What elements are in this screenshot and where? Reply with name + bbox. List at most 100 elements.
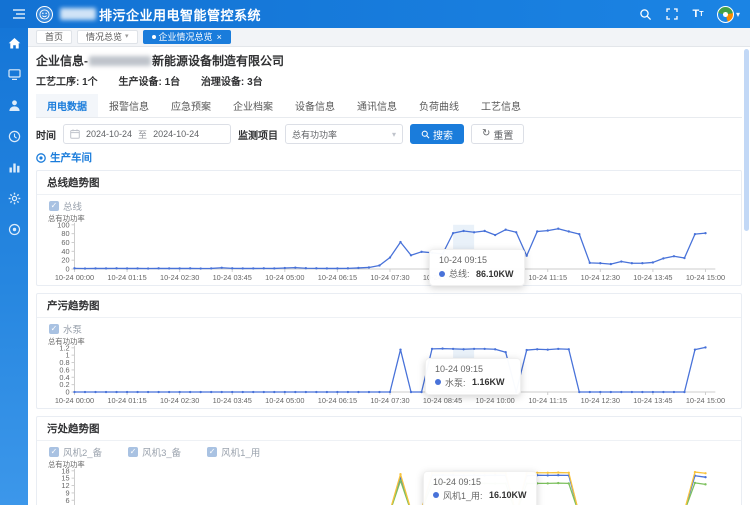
chart-card-pollution-production-trend: 产污趋势图 ✓ 水泵 总有功功率00.20.40.60.811.210-24 0…	[36, 293, 742, 409]
main-area: 首页 情况总览▾ 企业情况总览× 企业信息-新能源设备制造有限公司 工艺工序: …	[28, 28, 750, 505]
svg-text:10-24 08:45: 10-24 08:45	[423, 396, 462, 405]
svg-text:10-24 10:00: 10-24 10:00	[476, 396, 515, 405]
svg-text:10-24 00:00: 10-24 00:00	[55, 273, 94, 282]
home-icon	[8, 37, 21, 50]
svg-text:10-24 11:15: 10-24 11:15	[528, 273, 567, 282]
app-header: 排污企业用电智能管控系统 TT ▾	[0, 0, 750, 28]
sidebar	[0, 28, 28, 505]
font-size-icon[interactable]: TT	[689, 5, 707, 23]
pollution-treatment-line-chart[interactable]: 总有功功率036912151810-24 00:0010-24 01:1510-…	[45, 459, 733, 505]
svg-text:10-24 05:00: 10-24 05:00	[265, 396, 304, 405]
checkbox-checked-icon[interactable]: ✓	[207, 447, 217, 457]
line-chart-svg: 总有功功率00.20.40.60.811.210-24 00:0010-24 0…	[45, 336, 733, 407]
svg-text:80: 80	[61, 229, 69, 238]
sidebar-item-statistics[interactable]	[5, 158, 23, 176]
workshop-link[interactable]: 生产车间	[36, 150, 742, 165]
user-avatar[interactable]	[717, 6, 734, 23]
svg-text:10-24 07:30: 10-24 07:30	[370, 396, 409, 405]
monitor-item-select[interactable]: 总有功功率 ▾	[285, 124, 403, 144]
target-icon	[8, 223, 21, 236]
search-button[interactable]: 搜索	[410, 124, 464, 144]
chart-title: 产污趋势图	[37, 294, 741, 318]
svg-text:10-24 13:45: 10-24 13:45	[633, 273, 672, 282]
bus-trend-line-chart[interactable]: 总有功功率02040608010010-24 00:0010-24 01:151…	[45, 213, 733, 284]
svg-text:10-24 11:15: 10-24 11:15	[528, 396, 567, 405]
sidebar-toggle-icon[interactable]	[10, 5, 28, 23]
nav-tab-enterprise-overview[interactable]: 企业情况总览×	[143, 30, 231, 44]
tab-enterprise-archive[interactable]: 企业档案	[222, 94, 284, 117]
target-icon	[36, 153, 46, 163]
nav-tab-overview[interactable]: 情况总览▾	[77, 30, 138, 44]
reset-button[interactable]: ↻ 重置	[471, 124, 524, 144]
active-dot-icon	[152, 35, 156, 39]
tab-emergency-plan[interactable]: 应急预案	[160, 94, 222, 117]
redacted-brand-name	[60, 8, 96, 20]
clock-icon	[8, 130, 21, 143]
sidebar-item-home[interactable]	[5, 34, 23, 52]
line-chart-svg: 总有功功率036912151810-24 00:0010-24 01:1510-…	[45, 459, 733, 505]
search-icon	[421, 130, 430, 139]
svg-text:18: 18	[61, 466, 69, 475]
tab-process-info[interactable]: 工艺信息	[470, 94, 532, 117]
svg-text:10-24 03:45: 10-24 03:45	[213, 396, 252, 405]
sidebar-item-monitor[interactable]	[5, 65, 23, 83]
svg-text:10-24 02:30: 10-24 02:30	[160, 273, 199, 282]
checkbox-checked-icon[interactable]: ✓	[49, 324, 59, 334]
scrollbar-thumb[interactable]	[744, 49, 749, 231]
section-tabs: 用电数据 报警信息 应急预案 企业档案 设备信息 通讯信息 负荷曲线 工艺信息	[36, 94, 742, 118]
app-window: 排污企业用电智能管控系统 TT ▾	[0, 0, 750, 505]
nav-tab-home[interactable]: 首页	[36, 30, 72, 44]
monitor-icon	[8, 68, 21, 81]
chart-card-pollution-treatment-trend: 污处趋势图 ✓ 风机2_备 ✓ 风机3_备	[36, 416, 742, 505]
tab-load-curve[interactable]: 负荷曲线	[408, 94, 470, 117]
chevron-down-icon: ▾	[392, 130, 396, 139]
company-info: 企业信息-新能源设备制造有限公司 工艺工序: 1个 生产设备: 1台 治理设备:…	[36, 52, 742, 88]
chart-legend: ✓ 风机2_备 ✓ 风机3_备 ✓ 风机1_用	[49, 445, 733, 459]
date-range-input[interactable]: 2024-10-24 至 2024-10-24	[63, 124, 231, 144]
svg-text:10-24 00:00: 10-24 00:00	[55, 396, 94, 405]
nav-tab-bar: 首页 情况总览▾ 企业情况总览×	[28, 28, 750, 47]
monitor-item-label: 监测项目	[238, 127, 278, 142]
pollution-production-line-chart[interactable]: 总有功功率00.20.40.60.811.210-24 00:0010-24 0…	[45, 336, 733, 407]
sidebar-item-settings[interactable]	[5, 189, 23, 207]
sidebar-item-history[interactable]	[5, 127, 23, 145]
legend-checkbox-fan3-backup[interactable]: ✓ 风机3_备	[128, 445, 181, 459]
checkbox-checked-icon[interactable]: ✓	[128, 447, 138, 457]
svg-text:20: 20	[61, 256, 69, 265]
bar-chart-icon	[8, 161, 21, 174]
refresh-icon: ↻	[482, 129, 490, 139]
checkbox-checked-icon[interactable]: ✓	[49, 201, 59, 211]
tab-alarm-info[interactable]: 报警信息	[98, 94, 160, 117]
search-icon[interactable]	[637, 5, 655, 23]
tab-power-data[interactable]: 用电数据	[36, 94, 98, 117]
chart-legend: ✓ 水泵	[49, 322, 733, 336]
line-chart-svg: 总有功功率02040608010010-24 00:0010-24 01:151…	[45, 213, 733, 284]
close-icon[interactable]: ×	[217, 33, 222, 42]
app-title: 排污企业用电智能管控系统	[99, 5, 261, 24]
tab-device-info[interactable]: 设备信息	[284, 94, 346, 117]
chart-title: 污处趋势图	[37, 417, 741, 441]
tab-communication-info[interactable]: 通讯信息	[346, 94, 408, 117]
avatar-caret-icon[interactable]: ▾	[736, 10, 740, 19]
svg-text:60: 60	[61, 238, 69, 247]
sidebar-item-user[interactable]	[5, 96, 23, 114]
svg-text:10-24 07:30: 10-24 07:30	[370, 273, 409, 282]
calendar-icon	[70, 129, 80, 139]
company-stats: 工艺工序: 1个 生产设备: 1台 治理设备: 3台	[36, 73, 742, 88]
sidebar-item-target[interactable]	[5, 220, 23, 238]
legend-checkbox-fan1-active[interactable]: ✓ 风机1_用	[207, 445, 260, 459]
legend-checkbox-pump[interactable]: ✓ 水泵	[49, 322, 82, 336]
date-start[interactable]: 2024-10-24	[86, 129, 132, 139]
svg-text:10-24 12:30: 10-24 12:30	[581, 273, 620, 282]
legend-checkbox-busline[interactable]: ✓ 总线	[49, 199, 82, 213]
date-end[interactable]: 2024-10-24	[153, 129, 199, 139]
time-label: 时间	[36, 127, 56, 142]
svg-text:10-24 13:45: 10-24 13:45	[633, 396, 672, 405]
chart-tooltip: 10-24 09:15总线: 86.10KW	[429, 249, 525, 286]
svg-text:10-24 02:30: 10-24 02:30	[160, 396, 199, 405]
chart-title: 总线趋势图	[37, 171, 741, 195]
fullscreen-icon[interactable]	[663, 5, 681, 23]
checkbox-checked-icon[interactable]: ✓	[49, 447, 59, 457]
user-icon	[8, 99, 21, 112]
legend-checkbox-fan2-backup[interactable]: ✓ 风机2_备	[49, 445, 102, 459]
